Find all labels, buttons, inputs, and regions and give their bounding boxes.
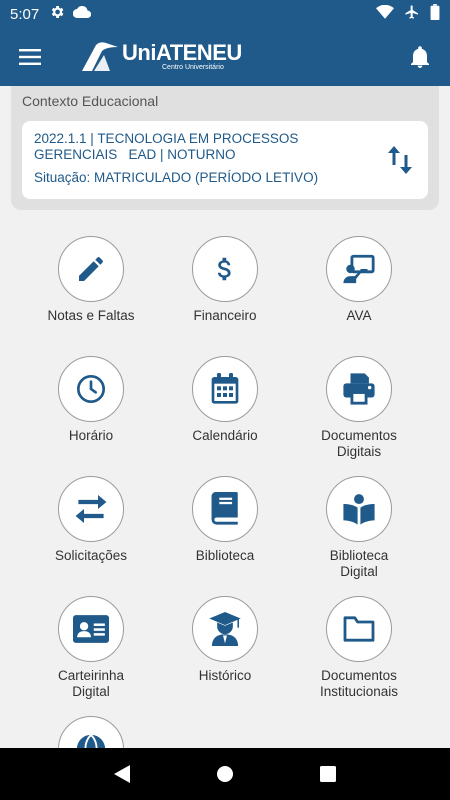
recents-button[interactable]	[308, 754, 348, 794]
menu-item-circle[interactable]	[192, 356, 258, 422]
menu-item-circle[interactable]	[192, 236, 258, 302]
brand-name: UniATENEU	[122, 40, 242, 65]
brand-logo: UniATENEU Centro Universitário	[80, 41, 242, 73]
menu-item-histórico[interactable]: Histórico	[158, 596, 292, 684]
menu-item-documentos-digitais[interactable]: Documentos Digitais	[292, 356, 426, 460]
menu-item-calendário[interactable]: Calendário	[158, 356, 292, 444]
swap-vertical-icon[interactable]	[388, 146, 412, 179]
menu-item-circle[interactable]	[326, 596, 392, 662]
menu-item-label: AVA	[346, 308, 372, 323]
system-navigation-bar	[0, 748, 450, 800]
menu-item-financeiro[interactable]: Financeiro	[158, 236, 292, 324]
menu-item-solicitações[interactable]: Solicitações	[24, 476, 158, 564]
menu-item-carteirinha-digital[interactable]: Carteirinha Digital	[24, 596, 158, 700]
menu-item-label: Notas e Faltas	[47, 308, 135, 323]
menu-item-label: Solicitações	[54, 548, 128, 563]
exchange-arrows-icon	[74, 495, 108, 523]
menu-item-circle[interactable]	[58, 236, 124, 302]
menu-item-label: Carteirinha Digital	[57, 668, 125, 699]
context-course-line2: GERENCIAIS EAD | NOTURNO	[34, 147, 236, 162]
menu-item-label: Documentos Digitais	[321, 428, 397, 459]
menu-item-label: Biblioteca Digital	[329, 548, 389, 579]
battery-icon	[430, 4, 440, 24]
pencil-icon	[75, 253, 107, 285]
menu-item-circle[interactable]	[326, 236, 392, 302]
context-title: Contexto Educacional	[22, 93, 159, 109]
home-circle-icon	[216, 766, 233, 782]
menu-item-label: Financeiro	[193, 308, 257, 323]
menu-item-biblioteca[interactable]: Biblioteca	[158, 476, 292, 564]
bell-icon	[411, 46, 429, 68]
settings-gear-icon	[49, 4, 65, 24]
back-triangle-icon	[113, 765, 130, 783]
menu-item-ava[interactable]: AVA	[292, 236, 426, 324]
menu-item-circle[interactable]	[58, 356, 124, 422]
menu-item-label: Documentos Institucionais	[319, 668, 399, 699]
airplane-icon	[404, 4, 420, 24]
hamburger-icon	[19, 49, 41, 65]
brand-swoosh-icon	[82, 42, 118, 71]
menu-item-circle[interactable]	[192, 476, 258, 542]
wifi-icon	[376, 4, 394, 23]
calendar-icon	[210, 373, 240, 405]
educational-context-card: Contexto Educacional 2022.1.1 | TECNOLOG…	[11, 86, 439, 210]
menu-item-label: Histórico	[198, 668, 252, 683]
menu-item-label: Calendário	[192, 428, 258, 443]
context-status: Situação: MATRICULADO (PERÍODO LETIVO)	[34, 170, 319, 185]
status-time: 5:07	[10, 5, 40, 23]
app-bar: UniATENEU Centro Universitário	[0, 28, 450, 86]
cloud-icon	[72, 5, 92, 23]
teacher-screen-icon	[342, 253, 376, 285]
menu-item-label: Horário	[68, 428, 114, 443]
menu-item-documentos-institucionais[interactable]: Documentos Institucionais	[292, 596, 426, 700]
menu-item-label: Biblioteca	[195, 548, 255, 563]
menu-item-circle[interactable]	[58, 476, 124, 542]
id-card-icon	[73, 614, 109, 644]
context-course-line1: 2022.1.1 | TECNOLOGIA EM PROCESSOS	[34, 131, 299, 146]
printer-icon	[342, 373, 376, 405]
dollar-icon	[210, 253, 240, 285]
status-bar: 5:07	[0, 0, 450, 28]
notifications-button[interactable]	[390, 28, 450, 86]
menu-item-horário[interactable]: Horário	[24, 356, 158, 444]
clock-icon	[75, 373, 107, 405]
menu-item-circle[interactable]	[326, 356, 392, 422]
book-icon	[210, 492, 240, 526]
menu-item-circle[interactable]	[326, 476, 392, 542]
brand-subtitle: Centro Universitário	[162, 64, 224, 71]
menu-item-circle[interactable]	[58, 596, 124, 662]
back-button[interactable]	[102, 754, 142, 794]
book-reader-icon	[342, 493, 376, 525]
folder-icon	[342, 615, 376, 643]
home-button[interactable]	[205, 754, 245, 794]
recents-square-icon	[320, 766, 337, 782]
context-selector[interactable]: 2022.1.1 | TECNOLOGIA EM PROCESSOS GEREN…	[22, 121, 428, 199]
graduate-icon	[209, 612, 241, 646]
menu-item-biblioteca-digital[interactable]: Biblioteca Digital	[292, 476, 426, 580]
menu-item-circle[interactable]	[192, 596, 258, 662]
hamburger-menu-button[interactable]	[0, 28, 60, 86]
menu-item-notas-e-faltas[interactable]: Notas e Faltas	[24, 236, 158, 324]
